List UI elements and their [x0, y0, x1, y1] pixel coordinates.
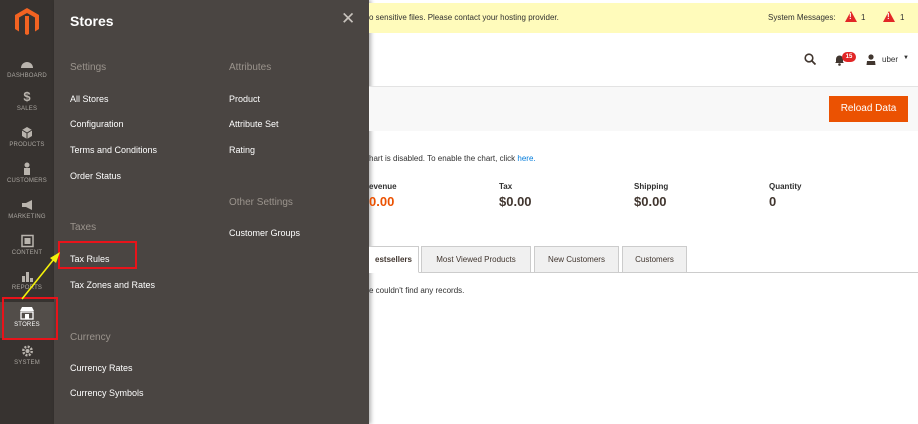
annotation-arrow [21, 252, 60, 300]
admin-screen: DASHBOARD $ SALES PRODUCTS CUSTOMERS MAR… [0, 0, 918, 424]
